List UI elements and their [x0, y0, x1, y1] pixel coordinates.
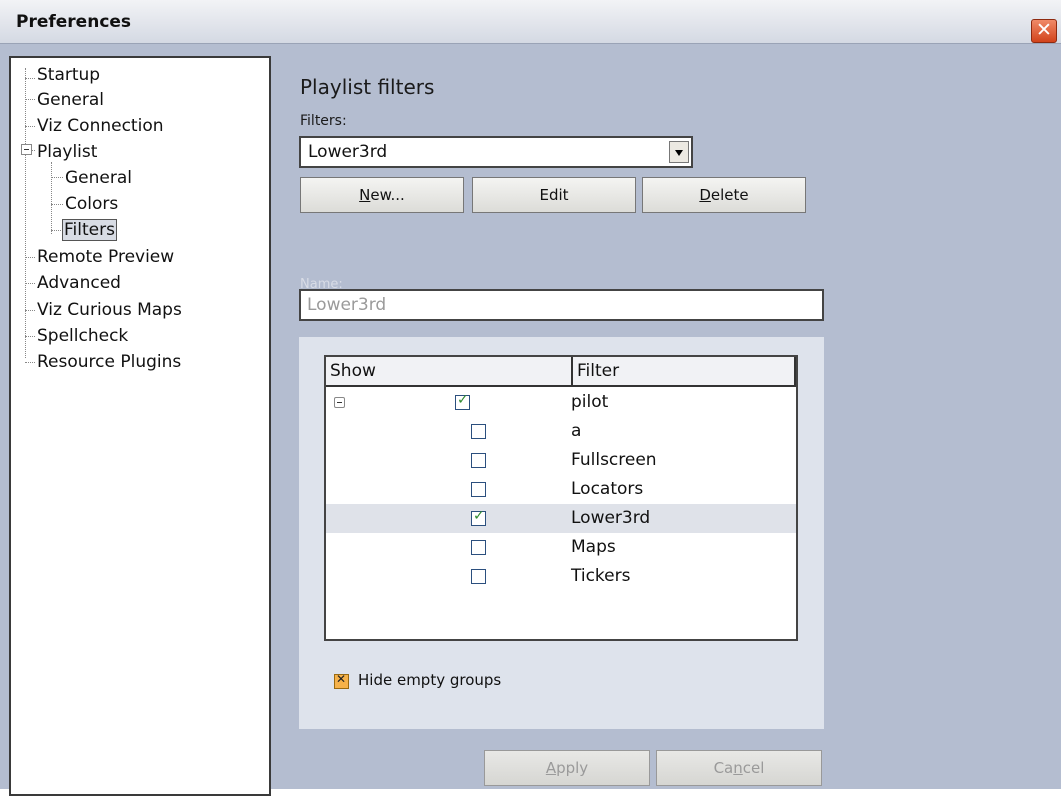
- tree-connector-line: [25, 257, 35, 258]
- delete-button-mnemonic: D: [699, 186, 711, 204]
- filter-name: Lower3rd: [571, 508, 651, 528]
- edit-button[interactable]: Edit: [472, 177, 636, 213]
- filter-list[interactable]: Show Filter ✓ pilot a Fullscreen Locator…: [324, 355, 798, 641]
- hide-empty-groups-label[interactable]: Hide empty groups: [358, 671, 501, 689]
- show-checkbox[interactable]: [471, 482, 486, 497]
- tree-item-playlist-general[interactable]: General: [65, 168, 132, 188]
- filters-label: Filters:: [300, 113, 347, 129]
- tree-connector-line: [25, 283, 35, 284]
- new-button-mnemonic: N: [359, 186, 371, 204]
- tree-item-resource-plugins[interactable]: Resource Plugins: [37, 352, 181, 372]
- tree-connector-line: [25, 126, 35, 127]
- list-item[interactable]: Locators: [326, 475, 796, 504]
- cancel-button-mnemonic: n: [733, 759, 743, 777]
- tree-connector-line: [25, 310, 35, 311]
- name-field[interactable]: Lower3rd: [299, 289, 824, 321]
- filter-name: Tickers: [571, 566, 631, 586]
- show-checkbox[interactable]: [471, 569, 486, 584]
- window-title: Preferences: [16, 12, 132, 32]
- tree-connector-line: [51, 177, 63, 178]
- tree-item-advanced[interactable]: Advanced: [37, 273, 121, 293]
- close-icon[interactable]: ✕: [1031, 19, 1057, 43]
- new-button-label: ew...: [370, 186, 405, 204]
- cancel-button-label-end: cel: [742, 759, 765, 777]
- tree-item-playlist-filters[interactable]: Filters: [62, 219, 117, 241]
- name-field-value: Lower3rd: [307, 295, 387, 315]
- tree-item-playlist-colors[interactable]: Colors: [65, 194, 118, 214]
- preferences-tree: Startup General Viz Connection Playlist …: [9, 56, 271, 796]
- tree-item-viz-curious-maps[interactable]: Viz Curious Maps: [37, 300, 182, 320]
- dropdown-arrow-icon[interactable]: [669, 141, 689, 163]
- show-checkbox[interactable]: ✓: [471, 508, 486, 526]
- tree-item-remote-preview[interactable]: Remote Preview: [37, 247, 174, 267]
- delete-button-label: elete: [710, 186, 749, 204]
- tree-connector-line: [25, 68, 26, 358]
- list-item[interactable]: Fullscreen: [326, 446, 796, 475]
- tree-item-startup[interactable]: Startup: [37, 65, 100, 85]
- list-item-selected[interactable]: ✓ Lower3rd: [326, 504, 796, 533]
- show-checkbox[interactable]: ✓: [455, 392, 470, 410]
- settings-content: Playlist filters Filters: Lower3rd New..…: [272, 45, 1061, 789]
- tree-connector-line: [25, 99, 35, 100]
- filters-dropdown-value: Lower3rd: [308, 142, 388, 162]
- apply-button[interactable]: Apply: [484, 750, 650, 786]
- list-item[interactable]: Tickers: [326, 562, 796, 591]
- checkmark-icon: ✓: [473, 508, 485, 524]
- tree-item-viz-connection[interactable]: Viz Connection: [37, 116, 164, 136]
- list-item[interactable]: Maps: [326, 533, 796, 562]
- edit-button-label: Edit: [539, 186, 569, 204]
- collapse-playlist-icon[interactable]: [21, 144, 32, 155]
- filter-name: Fullscreen: [571, 450, 657, 470]
- filter-name: pilot: [571, 392, 609, 412]
- tree-connector-line: [51, 230, 63, 231]
- page-title: Playlist filters: [300, 75, 435, 99]
- collapse-group-icon[interactable]: [334, 397, 345, 408]
- list-item[interactable]: a: [326, 417, 796, 446]
- filters-dropdown[interactable]: Lower3rd: [299, 136, 693, 168]
- tree-item-playlist[interactable]: Playlist: [37, 142, 97, 162]
- list-item[interactable]: ✓ pilot: [326, 388, 796, 417]
- delete-button[interactable]: Delete: [642, 177, 806, 213]
- filter-name: Maps: [571, 537, 616, 557]
- tree-connector-line: [25, 78, 35, 79]
- filter-name: a: [571, 421, 582, 441]
- show-checkbox[interactable]: [471, 424, 486, 439]
- tree-item-spellcheck[interactable]: Spellcheck: [37, 326, 128, 346]
- cancel-button-label-start: Ca: [713, 759, 734, 777]
- checkmark-icon: ✓: [457, 392, 469, 408]
- tree-connector-line: [25, 362, 35, 363]
- show-checkbox[interactable]: [471, 453, 486, 468]
- filter-group-panel: Show Filter ✓ pilot a Fullscreen Locator…: [299, 337, 824, 729]
- tree-connector-line: [51, 162, 52, 234]
- tree-connector-line: [25, 336, 35, 337]
- apply-button-mnemonic: A: [545, 759, 557, 777]
- filter-name: Locators: [571, 479, 644, 499]
- tree-connector-line: [51, 204, 63, 205]
- show-checkbox[interactable]: [471, 540, 486, 555]
- new-button[interactable]: New...: [300, 177, 464, 213]
- apply-button-label: pply: [556, 759, 589, 777]
- column-header-show[interactable]: Show: [326, 357, 573, 387]
- cancel-button[interactable]: Cancel: [656, 750, 822, 786]
- title-bar: Preferences ✕: [0, 0, 1061, 44]
- tree-item-general[interactable]: General: [37, 90, 104, 110]
- preferences-window: Preferences ✕ Startup General Viz Connec…: [0, 0, 1061, 796]
- hide-empty-groups-checkbox[interactable]: [334, 672, 349, 689]
- column-header-filter[interactable]: Filter: [573, 357, 796, 387]
